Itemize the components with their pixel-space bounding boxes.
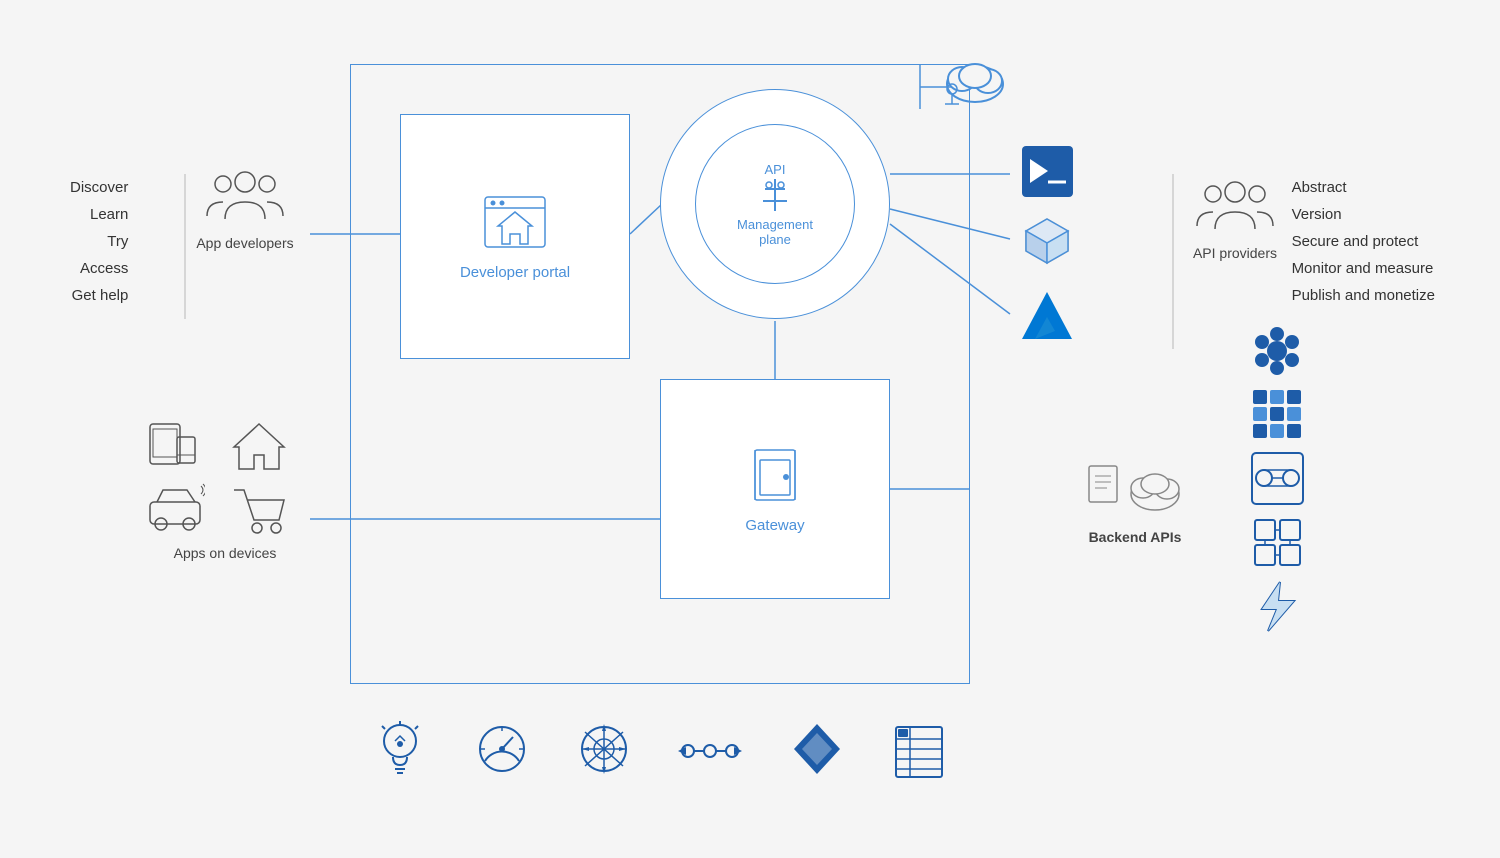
left-actions-panel: Discover Learn Try Access Get help	[70, 174, 128, 309]
lightning-icon	[1250, 579, 1305, 634]
action-try: Try	[70, 228, 128, 255]
azure-icon	[1020, 289, 1075, 344]
car-icon	[145, 482, 205, 537]
lightbulb-icon	[373, 719, 428, 784]
api-management-outer-circle: API Managementplane	[660, 89, 890, 319]
action-version: Version	[1292, 201, 1435, 228]
cloud-top-icon	[940, 54, 1010, 109]
diagram-container: Discover Learn Try Access Get help App d…	[50, 19, 1450, 839]
action-discover: Discover	[70, 174, 128, 201]
distribution-icon	[577, 719, 632, 784]
hex-flower-icon	[1250, 324, 1305, 379]
powershell-icon	[1020, 144, 1075, 199]
action-monitor: Monitor and measure	[1292, 255, 1435, 282]
api-providers-icon	[1195, 174, 1275, 234]
connection-icon	[678, 719, 743, 784]
network-boxes-icon	[1250, 387, 1305, 442]
action-publish: Publish and monetize	[1292, 282, 1435, 309]
cloud-backend-icon	[1125, 464, 1185, 519]
developer-portal-box: Developer portal	[400, 114, 630, 359]
action-secure: Secure and protect	[1292, 228, 1435, 255]
app-developers-icon	[205, 164, 285, 224]
api-providers-group: API providers	[1175, 174, 1295, 261]
document-icon	[1085, 464, 1125, 519]
gateway-box: Gateway	[660, 379, 890, 599]
developer-portal-icon	[480, 192, 550, 252]
api-providers-label: API providers	[1175, 245, 1295, 261]
action-learn: Learn	[70, 201, 128, 228]
apps-devices-label: Apps on devices	[145, 545, 305, 561]
management-plane-label: Managementplane	[737, 217, 813, 247]
cart-icon	[229, 482, 289, 537]
api-group-icon	[1250, 451, 1305, 506]
diamond-icon	[790, 719, 845, 784]
cube-icon	[1020, 214, 1075, 269]
apps-devices-group: Apps on devices	[145, 419, 305, 561]
table-icon	[892, 719, 947, 784]
management-tools-icon	[755, 177, 795, 213]
gateway-icon	[745, 445, 805, 505]
api-management-inner-circle: API Managementplane	[695, 124, 855, 284]
gateway-label: Gateway	[745, 517, 804, 534]
virtual-network-icon	[1250, 515, 1305, 570]
right-actions-panel: Abstract Version Secure and protect Moni…	[1292, 174, 1435, 309]
tablet-icon	[145, 419, 205, 474]
backend-apis-label: Backend APIs	[1080, 529, 1190, 545]
api-top-label: API	[765, 162, 786, 177]
bottom-icons-row	[350, 719, 970, 784]
action-abstract: Abstract	[1292, 174, 1435, 201]
action-get-help: Get help	[70, 282, 128, 309]
app-developers-group: App developers	[190, 164, 300, 251]
house-icon	[229, 419, 289, 474]
developer-portal-label: Developer portal	[460, 264, 570, 281]
left-divider	[183, 174, 187, 319]
app-developers-label: App developers	[190, 235, 300, 251]
gauge-icon	[475, 719, 530, 784]
action-access: Access	[70, 255, 128, 282]
